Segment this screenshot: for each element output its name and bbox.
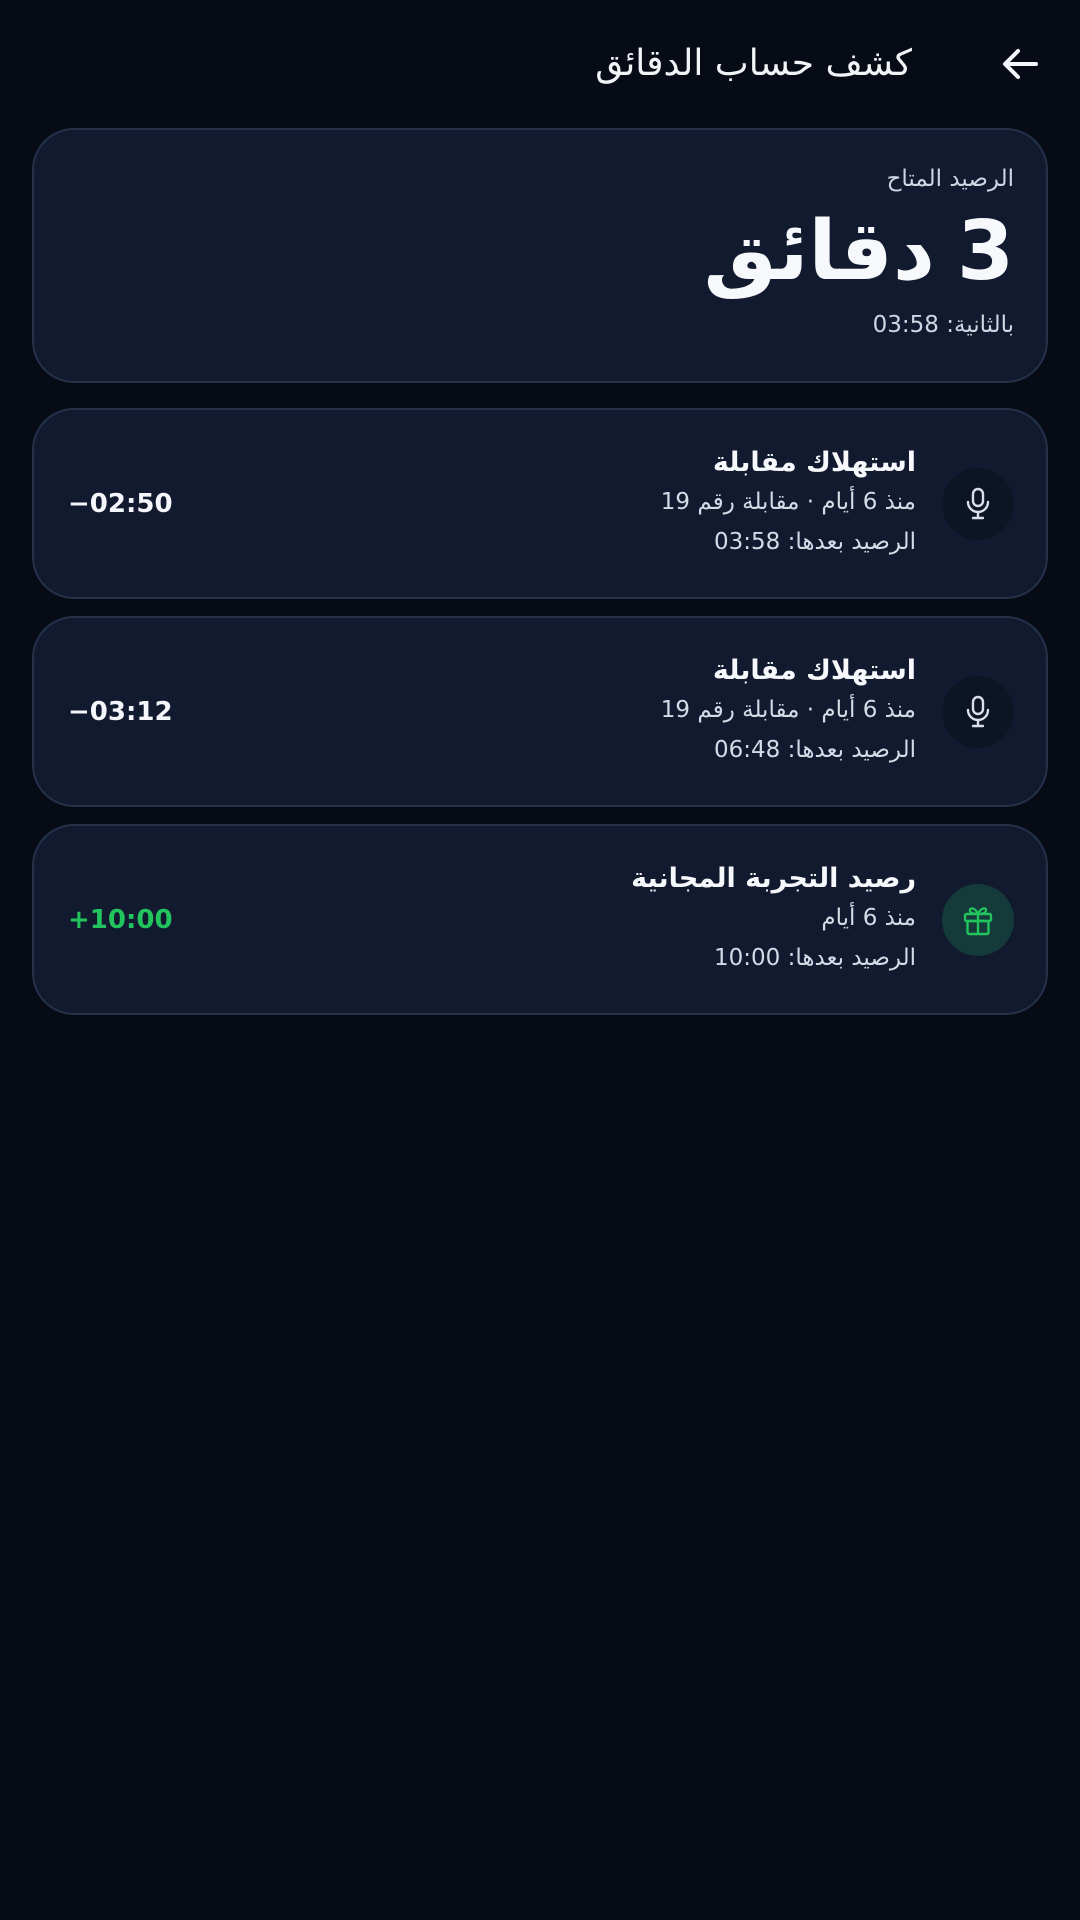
- transaction-title: رصيد التجربة المجانية: [631, 863, 916, 894]
- transaction-icon-badge: [942, 884, 1014, 956]
- transaction-balance-after: الرصيد بعدها: 03:58: [713, 529, 916, 555]
- page-title: كشف حساب الدقائق: [595, 43, 912, 84]
- minutes-statement-page: كشف حساب الدقائق الرصيد المتاح 3 دقائق ب…: [0, 0, 1080, 1920]
- transaction-item[interactable]: استهلاك مقابلة منذ 6 أيام · مقابلة رقم 1…: [32, 616, 1048, 807]
- balance-seconds: بالثانية: 03:58: [872, 312, 1014, 338]
- transaction-item[interactable]: رصيد التجربة المجانية منذ 6 أيام الرصيد …: [32, 824, 1048, 1015]
- balance-amount: 3 دقائق: [66, 202, 1014, 302]
- transaction-text: رصيد التجربة المجانية منذ 6 أيام الرصيد …: [631, 860, 916, 978]
- transaction-detail: منذ 6 أيام · مقابلة رقم 19: [660, 697, 916, 723]
- balance-amount-value: 3: [956, 204, 1014, 299]
- balance-card: الرصيد المتاح 3 دقائق بالثانية: 03:58: [32, 128, 1048, 383]
- balance-label: الرصيد المتاح: [886, 166, 1014, 192]
- transaction-text: استهلاك مقابلة منذ 6 أيام · مقابلة رقم 1…: [661, 652, 916, 770]
- transaction-icon-badge: [942, 676, 1014, 748]
- microphone-icon: [966, 487, 990, 520]
- microphone-icon: [966, 695, 990, 728]
- balance-amount-unit: دقائق: [703, 204, 935, 299]
- top-bar: كشف حساب الدقائق: [32, 28, 1048, 100]
- arrow-left-icon: [1003, 49, 1038, 79]
- transaction-detail: منذ 6 أيام · مقابلة رقم 19: [660, 489, 916, 515]
- transaction-balance-after: الرصيد بعدها: 06:48: [713, 737, 916, 763]
- transaction-amount: +10:00: [68, 905, 173, 935]
- transaction-icon-badge: [942, 468, 1014, 540]
- gift-icon: [963, 907, 993, 936]
- transaction-amount: −03:12: [68, 697, 173, 727]
- transaction-amount: −02:50: [68, 489, 173, 519]
- transaction-title: استهلاك مقابلة: [712, 655, 916, 686]
- transaction-title: استهلاك مقابلة: [712, 447, 916, 478]
- back-button[interactable]: [992, 36, 1048, 92]
- transaction-item[interactable]: استهلاك مقابلة منذ 6 أيام · مقابلة رقم 1…: [32, 408, 1048, 599]
- transaction-detail: منذ 6 أيام: [821, 905, 916, 931]
- transaction-balance-after: الرصيد بعدها: 10:00: [713, 945, 916, 971]
- transaction-text: استهلاك مقابلة منذ 6 أيام · مقابلة رقم 1…: [661, 444, 916, 562]
